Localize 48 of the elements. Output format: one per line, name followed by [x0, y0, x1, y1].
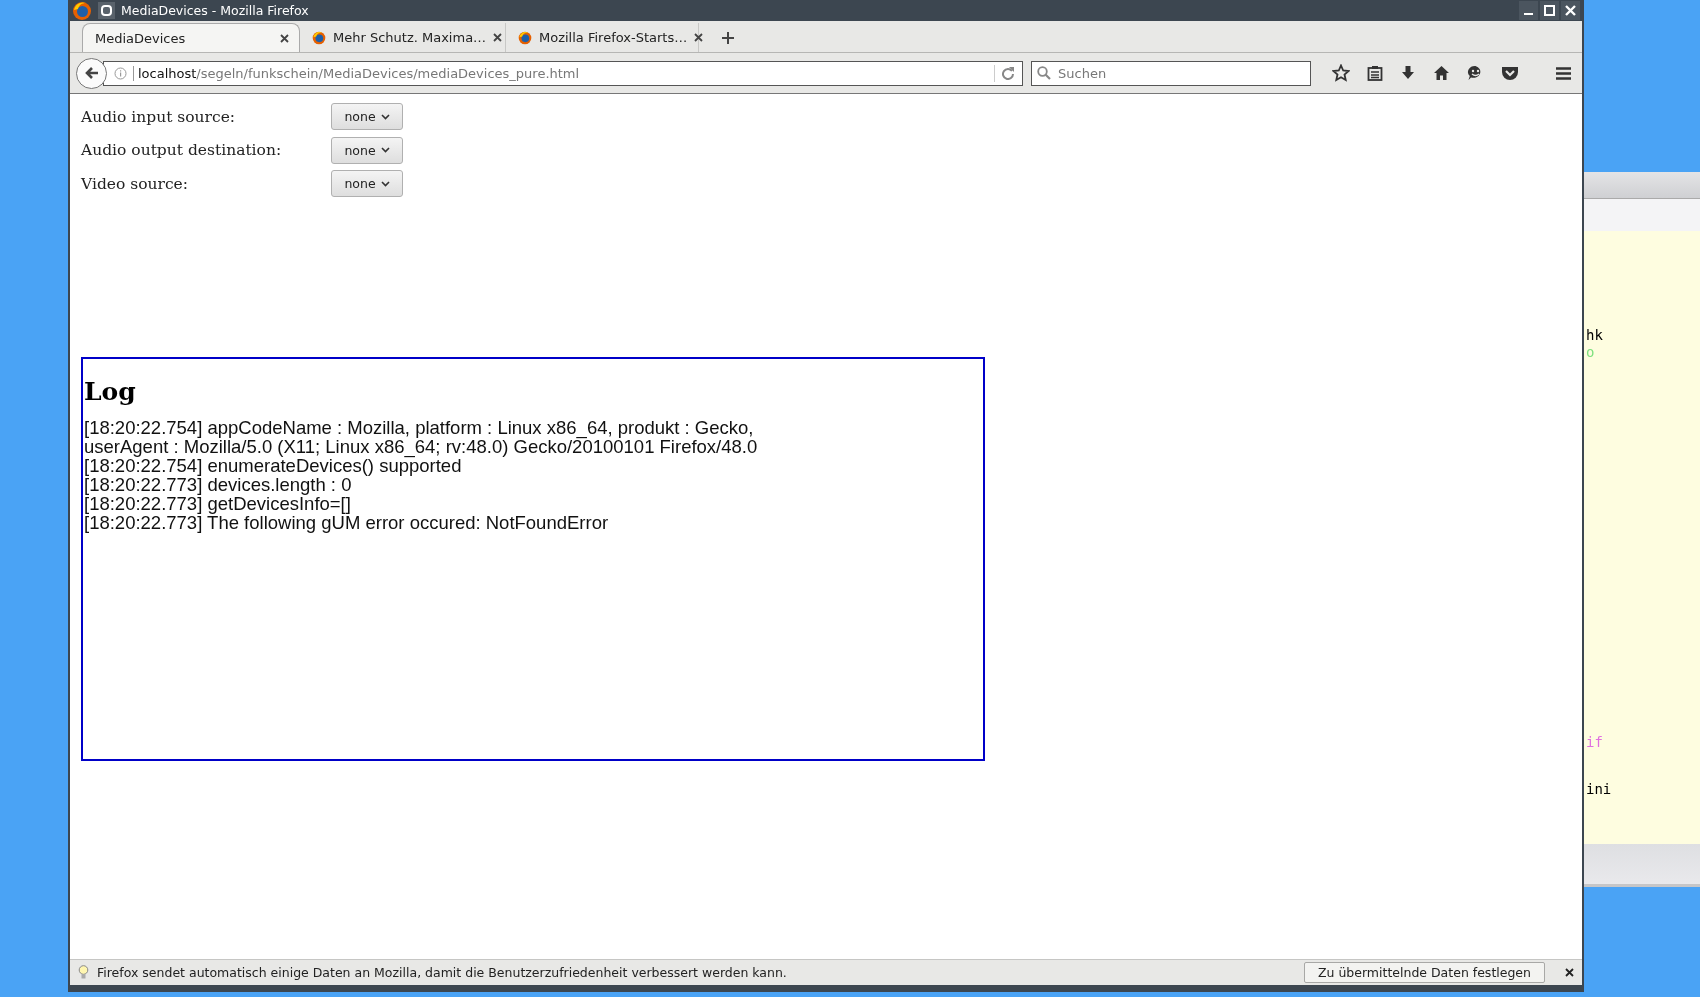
log-line: userAgent : Mozilla/5.0 (X11; Linux x86_64; rv:48.0) Gecko/20100101 Firefox/48.0: [84, 437, 758, 456]
close-tab-icon[interactable]: [493, 33, 503, 42]
field-label: Audio output destination:: [81, 141, 283, 159]
minimize-icon[interactable]: [1519, 1, 1538, 20]
dropdown[interactable]: none: [331, 136, 403, 164]
browser-tab[interactable]: Mehr Schutz. Maxima…: [300, 23, 506, 52]
home-icon[interactable]: [1432, 65, 1450, 81]
code-text: if: [1586, 734, 1603, 751]
notification-button[interactable]: Zu übermittelnde Daten festlegen: [1303, 962, 1545, 983]
dropdown[interactable]: none: [331, 170, 403, 197]
chevron-down-icon: [380, 180, 390, 187]
code-text: hk: [1586, 327, 1603, 344]
chevron-down-icon: [380, 113, 390, 120]
window-menu-icon[interactable]: [98, 2, 115, 19]
browser-tab[interactable]: Mozilla Firefox-Starts…: [506, 23, 699, 52]
close-icon[interactable]: [1561, 1, 1580, 20]
code-text: ini: [1586, 781, 1612, 798]
log-line: [18:20:22.773] getDevicesInfo=[]: [84, 494, 351, 513]
field-label: Audio input source:: [81, 107, 237, 126]
log-heading: Log: [84, 377, 136, 406]
dropdown[interactable]: none: [331, 103, 403, 130]
log-line: [18:20:22.773] devices.length : 0: [84, 475, 352, 494]
star-icon[interactable]: [1331, 64, 1350, 82]
notification-message: Firefox sendet automatisch einige Daten an Mozilla, damit die Benutzerzufriedenheit verbessert werden kann.: [97, 965, 787, 980]
browser-tab[interactable]: MediaDevices: [82, 23, 300, 52]
reload-icon[interactable]: [1001, 66, 1015, 80]
back-button[interactable]: [76, 57, 107, 89]
close-tab-icon[interactable]: [280, 33, 289, 43]
chevron-down-icon: [380, 147, 390, 153]
log-line: [18:20:22.773] The following gUM error occured: NotFoundError: [84, 513, 609, 532]
maximize-icon[interactable]: [1540, 1, 1559, 20]
window-title: MediaDevices - Mozilla Firefox: [121, 3, 309, 18]
search-field[interactable]: Suchen: [1031, 60, 1311, 86]
reading-list-icon[interactable]: [1366, 65, 1383, 81]
close-icon[interactable]: [1565, 968, 1574, 977]
close-tab-icon[interactable]: [694, 33, 704, 42]
log-line: [18:20:22.754] appCodeName : Mozilla, platform : Linux x86_64, produkt : Gecko,: [84, 418, 754, 437]
new-tab-icon[interactable]: [721, 31, 735, 45]
download-icon[interactable]: [1399, 65, 1416, 81]
address-field[interactable]: localhost/segeln/funkschein/MediaDevices/mediaDevices_pure.html: [103, 60, 1023, 86]
lightbulb-icon: [78, 965, 89, 980]
back-arrow-icon: [83, 65, 100, 81]
code-text: o: [1586, 344, 1595, 361]
pocket-icon[interactable]: [1500, 65, 1519, 81]
field-label: Video source:: [81, 174, 189, 193]
log-line: [18:20:22.754] enumerateDevices() supported: [84, 456, 462, 475]
firefox-logo-icon: [72, 0, 92, 21]
menu-icon[interactable]: [1555, 65, 1572, 81]
